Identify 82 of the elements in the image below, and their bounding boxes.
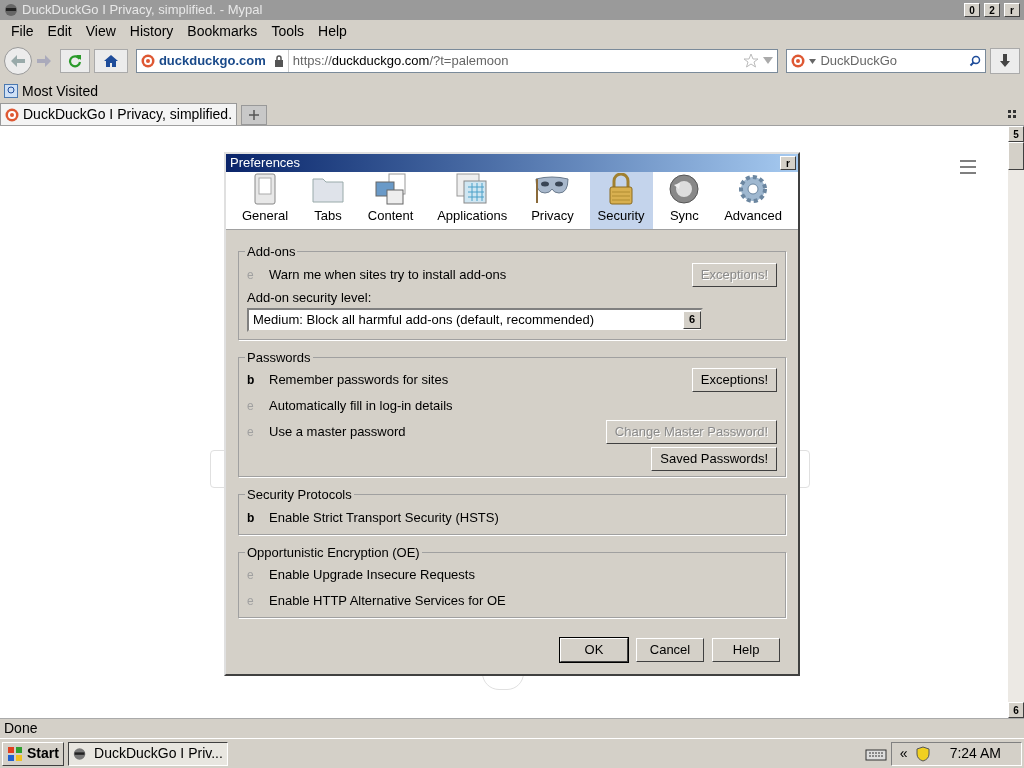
field-label: Add-on security level: <box>247 288 372 307</box>
download-icon <box>999 54 1012 68</box>
bookmark-star-icon[interactable] <box>743 53 760 69</box>
keyboard-icon[interactable] <box>864 746 887 761</box>
checkbox-label: Enable Upgrade Insecure Requests <box>269 566 475 585</box>
group-title: Add-ons <box>246 243 297 261</box>
lock-icon <box>273 55 284 67</box>
menu-item[interactable]: Help <box>311 20 354 42</box>
menu-item[interactable]: History <box>122 20 181 42</box>
sync-icon <box>668 172 701 205</box>
plus-icon <box>249 110 259 120</box>
reload-button[interactable] <box>60 49 90 73</box>
taskbar-button[interactable]: DuckDuckGo I Priv... <box>67 741 228 766</box>
security-level-select[interactable]: Medium: Block all harmful add-ons (default, recommended) 6 <box>247 307 703 332</box>
window-control[interactable]: r <box>1004 3 1020 17</box>
status-text: Done <box>4 719 38 738</box>
dialog-title: Preferences <box>230 154 302 173</box>
menu-item[interactable]: View <box>78 20 123 42</box>
download-button[interactable] <box>990 48 1020 74</box>
home-icon <box>102 54 119 68</box>
dialog-button[interactable]: Exceptions! <box>691 368 777 392</box>
checkbox[interactable]: b <box>247 508 269 527</box>
menu-item[interactable]: Bookmarks <box>180 20 265 42</box>
close-button[interactable]: r <box>780 156 796 170</box>
browser-tab[interactable]: DuckDuckGo I Privacy, simplified. <box>0 103 237 125</box>
back-button[interactable] <box>4 47 32 75</box>
preference-pane-tab[interactable]: Sync <box>660 172 709 229</box>
clock: 7:24 AM <box>948 744 1002 763</box>
preference-pane-tab[interactable]: Tabs <box>304 172 352 229</box>
tab-list-icon[interactable] <box>1008 109 1016 118</box>
home-button[interactable] <box>93 49 128 73</box>
dropdown-button[interactable]: 6 <box>683 310 701 329</box>
checkbox-label: Use a master password <box>269 423 406 442</box>
shield-icon[interactable] <box>915 745 930 762</box>
dialog-button[interactable]: Help <box>712 638 780 662</box>
checkbox[interactable]: b <box>247 371 269 389</box>
menu-icon[interactable] <box>960 160 976 174</box>
padlock-icon <box>607 172 636 205</box>
preference-pane-tab[interactable]: General <box>233 172 297 229</box>
menu-item[interactable]: Tools <box>264 20 312 42</box>
preference-pane-tab[interactable]: Privacy <box>523 172 582 229</box>
menu-item[interactable]: File <box>4 20 41 42</box>
checkbox-label: Warn me when sites try to install add-ons <box>269 265 507 284</box>
checkbox-label: Enable HTTP Alternative Services for OE <box>269 592 506 611</box>
dropdown-icon[interactable] <box>809 58 817 64</box>
mask-icon <box>534 174 571 203</box>
search-field[interactable]: DuckDuckGo <box>786 49 987 73</box>
back-arrow-icon <box>11 55 25 67</box>
preference-pane-tab[interactable]: Applications <box>429 172 516 229</box>
scroll-down-button[interactable]: 6 <box>1008 702 1024 718</box>
forward-arrow-icon <box>37 55 51 67</box>
new-tab-button[interactable] <box>241 105 267 125</box>
checkbox-label: Automatically fill in log-in details <box>269 397 453 416</box>
preference-pane-tab[interactable]: Security <box>589 172 653 229</box>
dialog-button[interactable]: OK <box>560 638 628 662</box>
preference-pane-tab[interactable]: Advanced <box>716 172 791 229</box>
group-title: Passwords <box>246 348 312 367</box>
site-identity[interactable]: duckduckgo.com <box>158 51 270 71</box>
windows-logo-icon <box>7 745 23 762</box>
search-engine-icon <box>791 54 806 68</box>
address-bar[interactable]: duckduckgo.com https://duckduckgo.com/?t=palemoon <box>135 49 779 73</box>
group-title: Security Protocols <box>246 486 353 504</box>
tab-icon <box>5 107 19 122</box>
menu-item[interactable]: Edit <box>40 20 79 42</box>
url-text: https://duckduckgo.com/?t=palemoon <box>292 52 510 71</box>
site-icon <box>140 54 155 68</box>
tray-expand-button[interactable]: « <box>899 743 908 764</box>
dialog-button[interactable]: Cancel <box>636 638 704 662</box>
search-icon[interactable] <box>969 55 982 67</box>
folder-search-icon <box>4 84 18 98</box>
scroll-thumb[interactable] <box>1008 142 1024 170</box>
dialog-button[interactable]: Saved Passwords! <box>651 447 777 471</box>
reload-icon <box>67 54 82 68</box>
group-title: Opportunistic Encryption (OE) <box>246 543 421 562</box>
start-button[interactable]: Start <box>2 741 64 766</box>
window-control[interactable]: 2 <box>984 3 1000 17</box>
checkbox-label: Remember passwords for sites <box>269 371 449 390</box>
window-control[interactable]: 0 <box>964 3 980 17</box>
scroll-up-button[interactable]: 5 <box>1008 126 1024 142</box>
preference-pane-tab[interactable]: Content <box>359 172 422 229</box>
bookmark-item[interactable]: Most Visited <box>22 80 98 102</box>
checkbox-label: Enable Strict Transport Security (HSTS) <box>269 508 499 527</box>
